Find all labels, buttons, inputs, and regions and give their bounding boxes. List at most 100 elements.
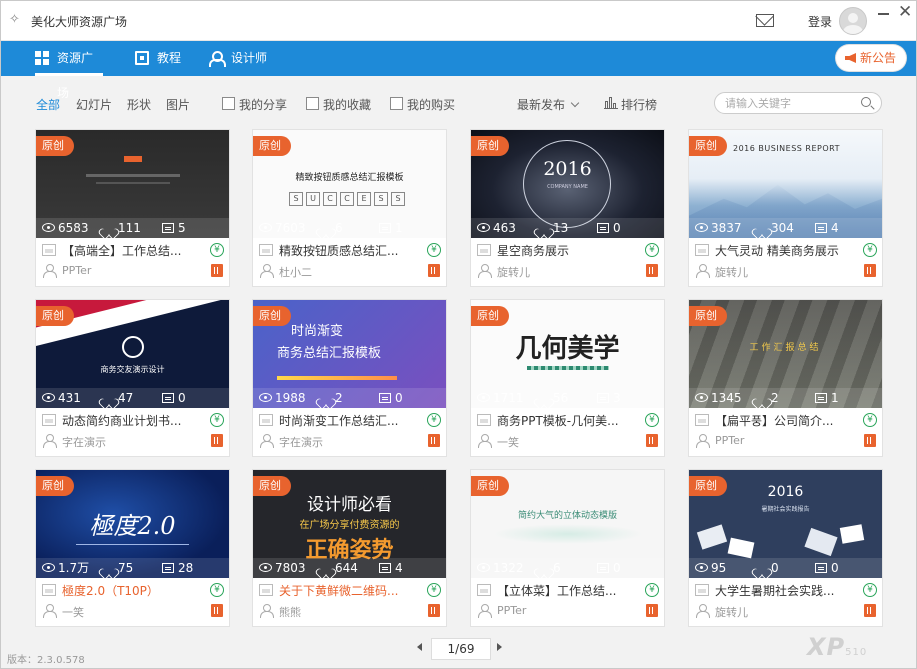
delete-icon[interactable] xyxy=(211,604,223,617)
resource-card[interactable]: 商务交友演示设计 原创 431 47 0 动态简约商业计划书... ¥ 字在演示 xyxy=(36,300,229,456)
yuan-coin-icon[interactable]: ¥ xyxy=(210,583,224,597)
delete-icon[interactable] xyxy=(211,434,223,447)
card-author[interactable]: 字在演示 xyxy=(279,434,323,450)
sort-dropdown[interactable]: 最新发布 xyxy=(517,96,580,113)
delete-icon[interactable] xyxy=(211,264,223,277)
card-author[interactable]: 旋转儿 xyxy=(497,264,530,280)
notice-button[interactable]: 新公告 xyxy=(836,45,906,71)
close-button[interactable]: ✕ xyxy=(898,4,912,21)
filter-slides[interactable]: 幻灯片 xyxy=(76,96,112,113)
thumbnail[interactable]: 極度2.0 原创 1.7万 75 28 xyxy=(36,470,229,578)
resource-card[interactable]: 时尚渐变 商务总结汇报模板 原创 1988 2 0 时尚渐变工作总结汇... ¥ 字在演示 xyxy=(253,300,446,456)
delete-icon[interactable] xyxy=(428,604,440,617)
search-input[interactable] xyxy=(725,96,855,111)
resource-card[interactable]: 简约大气的立体动态模版 原创 1322 6 0 【立体菜】工作总结... ¥ PPTer xyxy=(471,470,664,626)
resource-card[interactable]: 極度2.0 原创 1.7万 75 28 極度2.0（T10P） ¥ 一笑 xyxy=(36,470,229,626)
tab-resource-square[interactable]: 资源广场 xyxy=(35,41,103,100)
yuan-coin-icon[interactable]: ¥ xyxy=(427,413,441,427)
card-title[interactable]: 关于下黄鲜微二维码... xyxy=(279,582,427,599)
yuan-coin-icon[interactable]: ¥ xyxy=(210,413,224,427)
card-title[interactable]: 極度2.0（T10P） xyxy=(62,582,210,599)
filter-shapes[interactable]: 形状 xyxy=(127,96,151,113)
yuan-coin-icon[interactable]: ¥ xyxy=(863,583,877,597)
resource-card[interactable]: 原创 6583 111 5 【高端全】工作总结... ¥ PPTer xyxy=(36,130,229,286)
delete-icon[interactable] xyxy=(864,604,876,617)
login-link[interactable]: 登录 xyxy=(808,13,832,30)
resource-card[interactable]: 2016 暑期社会实践报告 原创 95 0 0 大学生暑期社会实践... ¥ 旋转儿 xyxy=(689,470,882,626)
filter-all[interactable]: 全部 xyxy=(36,96,60,113)
yuan-coin-icon[interactable]: ¥ xyxy=(645,583,659,597)
search-icon[interactable] xyxy=(861,97,871,107)
card-author[interactable]: 杜小二 xyxy=(279,264,312,280)
thumbnail[interactable]: 2016 暑期社会实践报告 原创 95 0 0 xyxy=(689,470,882,578)
card-author[interactable]: 旋转儿 xyxy=(715,264,748,280)
resource-card[interactable]: 工作汇报总结 原创 1345 2 1 【扁平풍】公司简介... ¥ PPTer xyxy=(689,300,882,456)
card-title[interactable]: 精致按钮质感总结汇... xyxy=(279,242,427,259)
card-author[interactable]: 旋转儿 xyxy=(715,604,748,620)
card-title[interactable]: 大学生暑期社会实践... xyxy=(715,582,863,599)
check-my-share[interactable]: 我的分享 xyxy=(222,96,287,113)
card-title[interactable]: 【扁平풍】公司简介... xyxy=(715,412,863,429)
delete-icon[interactable] xyxy=(646,434,658,447)
thumbnail[interactable]: 精致按钮质感总结汇报模板 S U C C E S S 原创 7603 6 1 xyxy=(253,130,446,238)
card-author[interactable]: 一笑 xyxy=(62,604,84,620)
avatar[interactable] xyxy=(839,7,867,35)
delete-icon[interactable] xyxy=(646,604,658,617)
resource-card[interactable]: 设计师必看 在广场分享付费资源的 正确姿势 原创 7803 644 4 关于下黄鲜微二维码..… xyxy=(253,470,446,626)
resource-card[interactable]: 精致按钮质感总结汇报模板 S U C C E S S 原创 7603 6 1 精致按钮质感总结汇... ¥… xyxy=(253,130,446,286)
card-title[interactable]: 星空商务展示 xyxy=(497,242,645,259)
card-title[interactable]: 【立体菜】工作总结... xyxy=(497,582,645,599)
thumbnail[interactable]: 2016 COMPANY NAME 原创 463 13 0 xyxy=(471,130,664,238)
yuan-coin-icon[interactable]: ¥ xyxy=(645,413,659,427)
card-author[interactable]: 熊熊 xyxy=(279,604,301,620)
next-page-icon[interactable] xyxy=(497,643,502,651)
yuan-coin-icon[interactable]: ¥ xyxy=(645,243,659,257)
stats-bar: 1711 56 3 xyxy=(471,388,664,408)
delete-icon[interactable] xyxy=(864,264,876,277)
thumbnail[interactable]: 工作汇报总结 原创 1345 2 1 xyxy=(689,300,882,408)
delete-icon[interactable] xyxy=(864,434,876,447)
megaphone-icon xyxy=(845,53,856,63)
thumbnail[interactable]: 原创 6583 111 5 xyxy=(36,130,229,238)
yuan-coin-icon[interactable]: ¥ xyxy=(427,583,441,597)
card-author[interactable]: 字在演示 xyxy=(62,434,106,450)
thumbnail[interactable]: 几何美学 原创 1711 56 3 xyxy=(471,300,664,408)
yuan-coin-icon[interactable]: ¥ xyxy=(210,243,224,257)
thumbnail[interactable]: 时尚渐变 商务总结汇报模板 原创 1988 2 0 xyxy=(253,300,446,408)
delete-icon[interactable] xyxy=(646,264,658,277)
tab-designer[interactable]: 设计师 xyxy=(209,41,267,76)
delete-icon[interactable] xyxy=(428,264,440,277)
yuan-coin-icon[interactable]: ¥ xyxy=(863,413,877,427)
yuan-coin-icon[interactable]: ¥ xyxy=(863,243,877,257)
card-author[interactable]: PPTer xyxy=(62,264,91,277)
card-title[interactable]: 【高端全】工作总结... xyxy=(62,242,210,259)
card-author[interactable]: PPTer xyxy=(715,434,744,447)
check-my-favorites[interactable]: 我的收藏 xyxy=(306,96,371,113)
card-title[interactable]: 大气灵动 精美商务展示 xyxy=(715,242,863,259)
card-title[interactable]: 动态简约商业计划书... xyxy=(62,412,210,429)
card-author[interactable]: PPTer xyxy=(497,604,526,617)
thumbnail[interactable]: 商务交友演示设计 原创 431 47 0 xyxy=(36,300,229,408)
check-my-purchases[interactable]: 我的购买 xyxy=(390,96,455,113)
page-indicator[interactable]: 1/69 xyxy=(431,638,491,660)
resource-card[interactable]: 2016 BUSINESS REPORT 原创 3837 304 4 大气灵动 精美商务展… xyxy=(689,130,882,286)
filter-images[interactable]: 图片 xyxy=(166,96,190,113)
delete-icon[interactable] xyxy=(428,434,440,447)
card-meta: 精致按钮质感总结汇... ¥ 杜小二 xyxy=(253,238,446,286)
resource-card[interactable]: 2016 COMPANY NAME 原创 463 13 0 星空商务展示 ¥ 旋转儿 xyxy=(471,130,664,286)
thumbnail[interactable]: 2016 BUSINESS REPORT 原创 3837 304 4 xyxy=(689,130,882,238)
tab-tutorial[interactable]: 教程 xyxy=(135,41,181,76)
thumbnail[interactable]: 简约大气的立体动态模版 原创 1322 6 0 xyxy=(471,470,664,578)
prev-page-icon[interactable] xyxy=(417,643,422,651)
eye-icon xyxy=(259,223,272,232)
card-title[interactable]: 时尚渐变工作总结汇... xyxy=(279,412,427,429)
card-title[interactable]: 商务PPT模板-几何美... xyxy=(497,412,645,429)
thumbnail[interactable]: 设计师必看 在广场分享付费资源的 正确姿势 原创 7803 644 4 xyxy=(253,470,446,578)
card-author[interactable]: 一笑 xyxy=(497,434,519,450)
comments-count: 4 xyxy=(379,558,403,578)
mail-icon[interactable] xyxy=(756,14,774,27)
minimize-button[interactable] xyxy=(878,13,889,15)
resource-card[interactable]: 几何美学 原创 1711 56 3 商务PPT模板-几何美... ¥ 一笑 xyxy=(471,300,664,456)
rank-button[interactable]: 排行榜 xyxy=(604,96,657,113)
yuan-coin-icon[interactable]: ¥ xyxy=(427,243,441,257)
